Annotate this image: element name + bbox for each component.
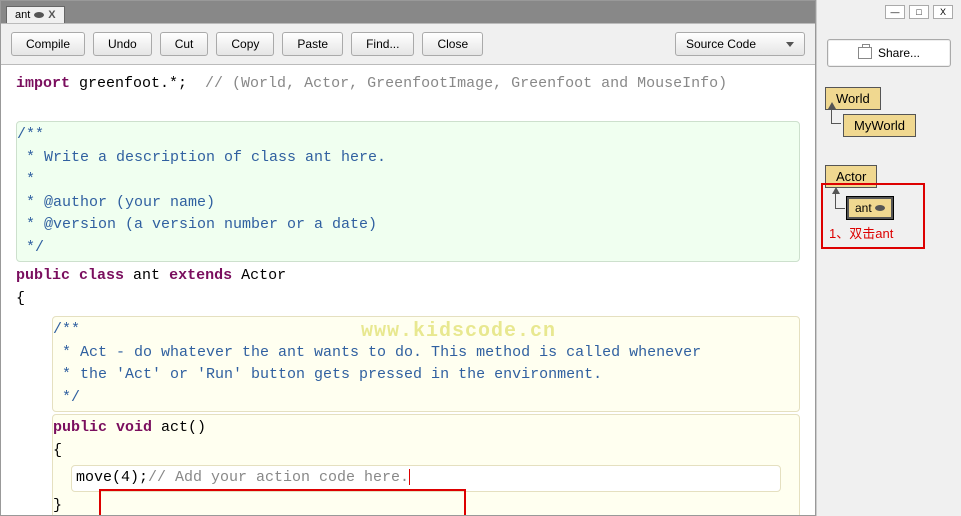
code-editor[interactable]: import greenfoot.*; // (World, Actor, Gr… — [1, 65, 815, 515]
editor-panel: ant X Compile Undo Cut Copy Paste Find..… — [0, 0, 816, 516]
world-hierarchy: World MyWorld — [825, 85, 953, 139]
view-mode-dropdown[interactable]: Source Code — [675, 32, 805, 56]
annotation-label-1: 1、双击ant — [829, 223, 917, 242]
share-icon — [858, 47, 872, 59]
class-doc-block: /** * Write a description of class ant h… — [16, 121, 800, 262]
window-close-button[interactable]: X — [933, 5, 953, 19]
method-body: public void act() { move(4);// Add your … — [52, 414, 800, 515]
dropdown-label: Source Code — [686, 37, 756, 51]
myworld-class[interactable]: MyWorld — [843, 114, 916, 137]
window-controls: — □ X — [825, 5, 953, 19]
actor-hierarchy: Actor ant 1、双击ant — [825, 163, 953, 190]
close-button[interactable]: Close — [422, 32, 483, 56]
text-cursor — [409, 469, 410, 485]
share-button[interactable]: Share... — [827, 39, 951, 67]
find-button[interactable]: Find... — [351, 32, 414, 56]
ant-icon — [875, 205, 885, 211]
tab-label: ant — [15, 9, 30, 21]
side-panel: — □ X Share... World MyWorld Actor ant — [816, 0, 961, 516]
annotation-box-1: ant 1、双击ant — [821, 183, 925, 249]
maximize-button[interactable]: □ — [909, 5, 929, 19]
file-tab[interactable]: ant X — [6, 6, 65, 23]
tab-bar: ant X — [1, 1, 815, 23]
undo-button[interactable]: Undo — [93, 32, 152, 56]
method-doc-block: /** * Act - do whatever the ant wants to… — [52, 316, 800, 412]
ant-class[interactable]: ant — [847, 197, 893, 219]
ant-icon — [34, 12, 44, 18]
toolbar: Compile Undo Cut Copy Paste Find... Clos… — [1, 23, 815, 65]
minimize-button[interactable]: — — [885, 5, 905, 19]
tab-close-icon[interactable]: X — [48, 9, 55, 21]
copy-button[interactable]: Copy — [216, 32, 274, 56]
compile-button[interactable]: Compile — [11, 32, 85, 56]
cut-button[interactable]: Cut — [160, 32, 209, 56]
paste-button[interactable]: Paste — [282, 32, 343, 56]
chevron-down-icon — [786, 42, 794, 47]
